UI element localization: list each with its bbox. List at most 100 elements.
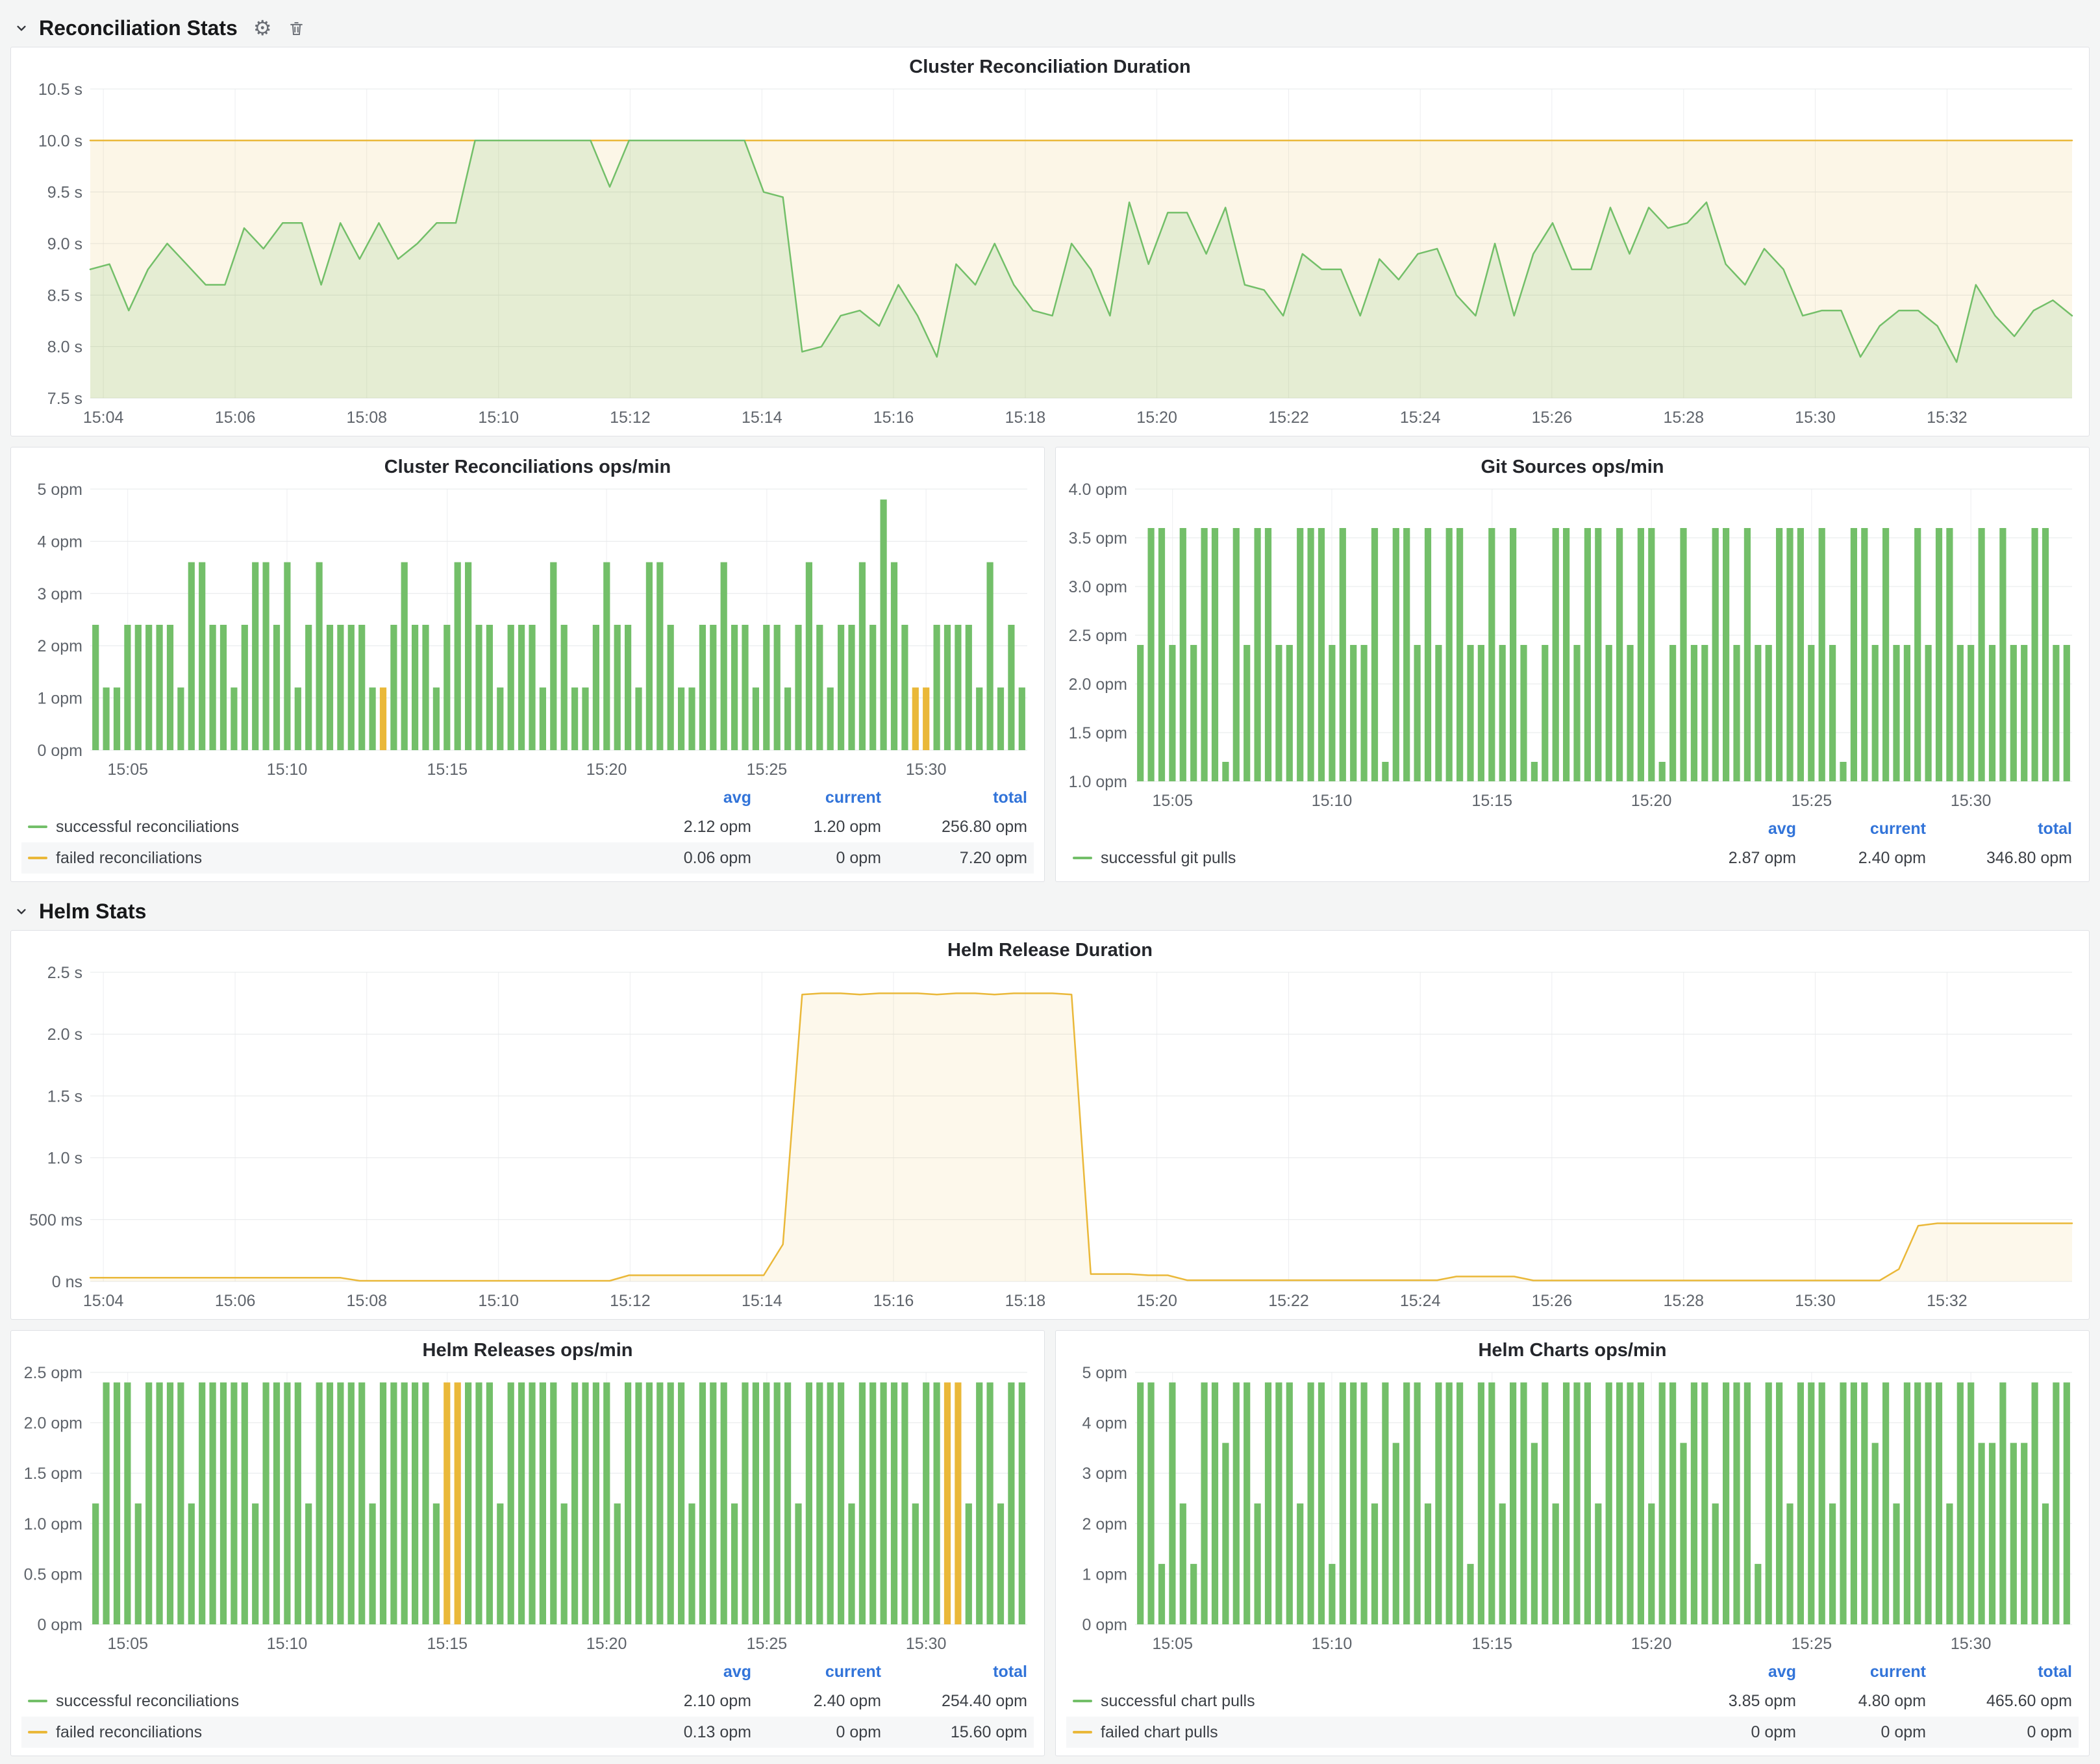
legend-total-value: 15.60 opm	[881, 1723, 1027, 1742]
legend-header-avg[interactable]: avg	[1666, 1663, 1796, 1682]
panel-git-sources-ops: Git Sources ops/min 1.0 opm1.5 opm2.0 op…	[1055, 447, 2090, 882]
legend-header-total[interactable]: total	[881, 1663, 1027, 1682]
panel-title[interactable]: Git Sources ops/min	[1062, 453, 2082, 481]
legend-header-avg[interactable]: avg	[621, 1663, 751, 1682]
panel-helm-releases-ops: Helm Releases ops/min 0 opm0.5 opm1.0 op…	[10, 1330, 1045, 1756]
trash-icon[interactable]	[288, 19, 305, 38]
svg-text:4 opm: 4 opm	[38, 533, 82, 551]
legend-header: avg current total	[21, 1658, 1034, 1685]
svg-text:15:15: 15:15	[1472, 792, 1513, 810]
legend-row-successful: successful chart pulls 3.85 opm 4.80 opm…	[1066, 1685, 2079, 1717]
svg-text:15:28: 15:28	[1664, 409, 1705, 427]
panel-title[interactable]: Cluster Reconciliation Duration	[18, 53, 2082, 81]
svg-text:2 opm: 2 opm	[1082, 1515, 1127, 1533]
chart-helm-releases-ops[interactable]: 0 opm0.5 opm1.0 opm1.5 opm2.0 opm2.5 opm…	[18, 1365, 1038, 1657]
chart-helm-charts-ops[interactable]: 0 opm1 opm2 opm3 opm4 opm5 opm15:0515:10…	[1062, 1365, 2082, 1657]
chart-helm-release-duration[interactable]: 0 ns500 ms1.0 s1.5 s2.0 s2.5 s15:0415:06…	[18, 964, 2082, 1314]
svg-text:15:20: 15:20	[1631, 792, 1672, 810]
chart-git-sources-ops[interactable]: 1.0 opm1.5 opm2.0 opm2.5 opm3.0 opm3.5 o…	[1062, 481, 2082, 814]
chart-cluster-reconciliation-duration[interactable]: 7.5 s8.0 s8.5 s9.0 s9.5 s10.0 s10.5 s15:…	[18, 81, 2082, 431]
section-reconciliation-stats[interactable]: Reconciliation Stats ⚙	[10, 9, 2090, 47]
series-label: successful reconciliations	[56, 1692, 239, 1711]
chart-cluster-reconciliations-ops[interactable]: 0 opm1 opm2 opm3 opm4 opm5 opm15:0515:10…	[18, 481, 1038, 783]
svg-text:1.5 opm: 1.5 opm	[1069, 724, 1127, 742]
legend-header-current[interactable]: current	[751, 1663, 881, 1682]
legend: avg current total successful reconciliat…	[18, 1657, 1038, 1750]
svg-text:15:26: 15:26	[1532, 409, 1573, 427]
svg-text:15:20: 15:20	[586, 761, 627, 779]
legend-header-current[interactable]: current	[1796, 1663, 1926, 1682]
svg-text:15:30: 15:30	[1951, 792, 1992, 810]
panel-title[interactable]: Helm Releases ops/min	[18, 1336, 1038, 1365]
legend-header-avg[interactable]: avg	[1666, 820, 1796, 838]
section-helm-stats[interactable]: Helm Stats	[10, 892, 2090, 930]
chevron-down-icon	[13, 903, 30, 920]
svg-text:4.0 opm: 4.0 opm	[1069, 481, 1127, 499]
svg-text:15:06: 15:06	[215, 1292, 256, 1310]
legend-avg-value: 2.87 opm	[1666, 849, 1796, 868]
svg-text:15:22: 15:22	[1268, 409, 1309, 427]
legend-avg-value: 0.13 opm	[621, 1723, 751, 1742]
panel-cluster-reconciliations-ops: Cluster Reconciliations ops/min 0 opm1 o…	[10, 447, 1045, 882]
legend-header-total[interactable]: total	[1926, 1663, 2072, 1682]
svg-text:9.5 s: 9.5 s	[47, 184, 82, 202]
svg-text:15:15: 15:15	[1472, 1635, 1513, 1653]
svg-text:4 opm: 4 opm	[1082, 1415, 1127, 1433]
svg-text:10.5 s: 10.5 s	[38, 81, 82, 99]
series-label: failed chart pulls	[1101, 1723, 1218, 1742]
svg-text:15:05: 15:05	[107, 761, 148, 779]
legend-header-avg[interactable]: avg	[621, 788, 751, 807]
series-color-key	[28, 1700, 47, 1702]
svg-text:15:30: 15:30	[906, 761, 947, 779]
legend-total-value: 346.80 opm	[1926, 849, 2072, 868]
legend-total-value: 0 opm	[1926, 1723, 2072, 1742]
svg-text:15:25: 15:25	[1792, 792, 1832, 810]
panel-title[interactable]: Helm Charts ops/min	[1062, 1336, 2082, 1365]
svg-text:15:10: 15:10	[478, 1292, 519, 1310]
legend-header-total[interactable]: total	[881, 788, 1027, 807]
panel-row-2: Helm Releases ops/min 0 opm0.5 opm1.0 op…	[10, 1330, 2090, 1756]
legend-avg-value: 3.85 opm	[1666, 1692, 1796, 1711]
svg-text:15:30: 15:30	[1795, 1292, 1836, 1310]
svg-text:10.0 s: 10.0 s	[38, 132, 82, 150]
svg-text:3.0 opm: 3.0 opm	[1069, 578, 1127, 596]
svg-text:7.5 s: 7.5 s	[47, 390, 82, 408]
legend-current-value: 0 opm	[751, 1723, 881, 1742]
svg-text:1.5 opm: 1.5 opm	[24, 1465, 82, 1483]
legend-header-current[interactable]: current	[751, 788, 881, 807]
chevron-down-icon	[13, 19, 30, 36]
panel-helm-release-duration: Helm Release Duration 0 ns500 ms1.0 s1.5…	[10, 930, 2090, 1320]
series-label: failed reconciliations	[56, 849, 202, 868]
svg-text:15:25: 15:25	[747, 1635, 788, 1653]
svg-text:15:08: 15:08	[346, 1292, 387, 1310]
svg-text:15:30: 15:30	[1795, 409, 1836, 427]
legend-current-value: 2.40 opm	[751, 1692, 881, 1711]
legend-header: avg current total	[1066, 815, 2079, 842]
svg-text:2.5 opm: 2.5 opm	[1069, 627, 1127, 645]
panel-row-1: Cluster Reconciliations ops/min 0 opm1 o…	[10, 447, 2090, 882]
panel-title[interactable]: Helm Release Duration	[18, 936, 2082, 964]
legend-row-failed: failed chart pulls 0 opm 0 opm 0 opm	[1066, 1717, 2079, 1748]
legend-current-value: 1.20 opm	[751, 818, 881, 837]
svg-text:15:10: 15:10	[267, 761, 308, 779]
svg-text:15:14: 15:14	[742, 409, 782, 427]
legend-current-value: 4.80 opm	[1796, 1692, 1926, 1711]
series-color-key	[1073, 857, 1092, 859]
svg-text:15:15: 15:15	[427, 1635, 468, 1653]
legend: avg current total successful git pulls 2…	[1062, 814, 2082, 876]
legend-current-value: 0 opm	[1796, 1723, 1926, 1742]
svg-text:8.0 s: 8.0 s	[47, 338, 82, 357]
svg-text:0.5 opm: 0.5 opm	[24, 1565, 82, 1583]
panel-title[interactable]: Cluster Reconciliations ops/min	[18, 453, 1038, 481]
series-label: successful reconciliations	[56, 818, 239, 837]
series-color-key	[28, 825, 47, 828]
legend-header-current[interactable]: current	[1796, 820, 1926, 838]
legend-current-value: 2.40 opm	[1796, 849, 1926, 868]
gear-icon[interactable]: ⚙	[253, 18, 272, 38]
legend-row-successful: successful reconciliations 2.12 opm 1.20…	[21, 811, 1034, 842]
series-color-key	[1073, 1700, 1092, 1702]
legend-header-total[interactable]: total	[1926, 820, 2072, 838]
svg-text:15:20: 15:20	[586, 1635, 627, 1653]
svg-text:3.5 opm: 3.5 opm	[1069, 529, 1127, 548]
grafana-dashboard: Reconciliation Stats ⚙ Cluster Reconcili…	[0, 0, 2100, 1764]
